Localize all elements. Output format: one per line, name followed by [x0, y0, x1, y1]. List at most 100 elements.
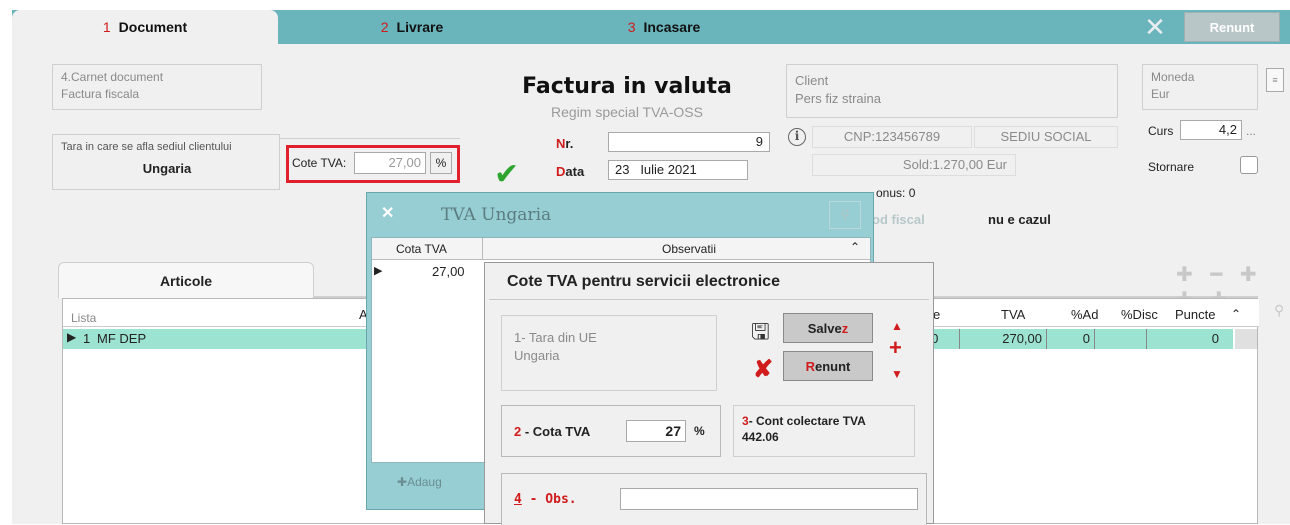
cnp-field: CNP:123456789 — [812, 126, 972, 148]
tab-livrare[interactable]: 2 Livrare — [352, 10, 472, 44]
close-icon[interactable]: ✕ — [381, 203, 394, 223]
tab-articole[interactable]: Articole — [58, 262, 314, 298]
moneda-label: Moneda — [1151, 70, 1195, 84]
cota-tva-label: 2 - Cota TVA — [514, 424, 591, 439]
tara-ue-value: Ungaria — [514, 348, 560, 363]
search-icon[interactable]: ⚲ — [829, 201, 861, 229]
row-pointer-icon: ▶ — [374, 265, 383, 277]
row-puncte: 0 — [1211, 331, 1219, 346]
obs-box: 4 - Obs. — [501, 473, 927, 525]
checkmark-icon[interactable]: ✔ — [494, 160, 519, 190]
cancel-button[interactable]: Renunt — [783, 351, 873, 381]
col-e: e — [933, 307, 941, 322]
tab-label: Incasare — [643, 19, 701, 35]
data-day: 23 — [615, 162, 630, 177]
table-row[interactable]: ▶ 27,00 — [372, 262, 482, 282]
tab-number: 1 — [102, 19, 111, 35]
row-name: MF DEP — [97, 331, 147, 346]
arrow-up-icon[interactable]: ▲ — [891, 319, 903, 333]
adaug-button[interactable]: ✚Adaug — [397, 475, 442, 489]
row-disc — [1095, 329, 1147, 349]
col-ad: %Ad — [1071, 307, 1099, 322]
close-icon[interactable]: ✕ — [1140, 14, 1170, 40]
stornare-label: Stornare — [1148, 160, 1195, 174]
adaug-label: Adaug — [407, 475, 442, 489]
cote-tva-label: Cote TVA: — [292, 156, 347, 170]
cancel-hotkey: R — [805, 358, 815, 374]
save-label: Salve — [807, 320, 842, 336]
client-box[interactable]: Client Pers fiz straina — [786, 64, 1118, 118]
cod-fiscal-label: od fiscal — [872, 212, 925, 227]
plus-icon: ✚ — [397, 475, 408, 489]
save-hotkey: z — [841, 320, 849, 336]
client-label: Client — [795, 73, 829, 88]
plus-icon[interactable]: + — [889, 337, 902, 359]
save-icon[interactable]: 🖫 — [751, 315, 770, 353]
row-ad: 0 — [1047, 329, 1095, 349]
cont-colectare-box[interactable]: 3- Cont colectare TVA 442.06 — [733, 405, 915, 457]
tab-document[interactable]: 1 Document — [12, 10, 278, 44]
page-subtitle: Regim special TVA-OSS — [551, 104, 703, 120]
tab-label: Document — [118, 19, 188, 35]
carnet-type: Factura fiscala — [61, 87, 140, 101]
client-name: Pers fiz straina — [795, 91, 881, 106]
obs-label: 4 - Obs. — [514, 492, 577, 507]
renunt-button[interactable]: Renunt — [1184, 12, 1280, 42]
scroll-up-icon[interactable]: ⌃ — [1231, 307, 1241, 321]
bonus-label: onus: 0 — [876, 186, 916, 200]
tara-value: Ungaria — [142, 161, 192, 176]
cod-fiscal-value: nu e cazul — [988, 212, 1051, 227]
search-icon[interactable]: ⚲ — [1274, 302, 1284, 319]
col-lista: Lista — [71, 311, 97, 325]
dialog-title: TVA Ungaria — [441, 205, 552, 225]
cancel-label: enunt — [815, 358, 851, 374]
col-observatii: Observatii — [662, 242, 717, 256]
col-tva: TVA — [1001, 307, 1026, 322]
save-button[interactable]: Salve z — [783, 313, 873, 343]
scrollbar[interactable] — [1235, 329, 1257, 349]
info-icon[interactable]: i — [788, 128, 806, 146]
col-cota-tva: Cota TVA — [396, 242, 447, 256]
obs-field[interactable] — [620, 488, 918, 510]
page-title: Factura in valuta — [522, 74, 732, 99]
tara-ue-box: 1- Tara din UE Ungaria — [501, 315, 717, 391]
dialog-title: Cote TVA pentru servicii electronice — [507, 273, 780, 290]
sediu-social-field[interactable]: SEDIU SOCIAL — [974, 126, 1118, 148]
col-puncte: Puncte — [1175, 307, 1216, 322]
tab-label: Livrare — [396, 19, 444, 35]
row-tva: 270,00 — [959, 329, 1047, 349]
nr-label: Nr. — [556, 136, 574, 151]
moneda-box[interactable]: Moneda Eur — [1142, 64, 1258, 110]
carnet-label: 4.Carnet document — [61, 70, 164, 84]
cota-tva-field[interactable]: 27 — [626, 420, 686, 442]
moneda-value: Eur — [1151, 87, 1170, 101]
carnet-document-box[interactable]: 4.Carnet document Factura fiscala — [52, 64, 262, 110]
data-field[interactable]: 23 Iulie 2021 — [608, 160, 748, 180]
tara-box[interactable]: Tara in care se afla sediul clientului U… — [52, 134, 280, 190]
tva-grid-header: Cota TVA Observatii ⌃ — [372, 238, 870, 260]
tab-bar: 1 Document 2 Livrare 3 Incasare ✕ Renunt — [12, 10, 1290, 44]
curs-field[interactable]: 4,2 — [1180, 120, 1242, 140]
tab-incasare[interactable]: 3 Incasare — [604, 10, 724, 44]
tab-number: 3 — [627, 19, 636, 35]
tara-label: Tara in care se afla sediul clientului — [61, 141, 232, 153]
sold-field: Sold:1.270,00 Eur — [812, 154, 1016, 176]
tara-ue-label: 1- Tara din UE — [514, 330, 597, 345]
curs-label: Curs — [1148, 124, 1174, 138]
percent-button[interactable]: % — [430, 152, 452, 174]
scroll-up-icon[interactable]: ⌃ — [850, 240, 860, 254]
document-icon[interactable]: ≡ — [1266, 68, 1284, 92]
stornare-checkbox[interactable] — [1240, 156, 1258, 174]
cancel-icon[interactable]: ✘ — [753, 355, 773, 384]
row-cota-value: 27,00 — [432, 264, 465, 279]
data-month: Iulie 2021 — [640, 162, 697, 177]
curs-ellipsis[interactable]: ... — [1246, 124, 1256, 138]
nr-field[interactable]: 9 — [608, 132, 770, 152]
tab-number: 2 — [380, 19, 389, 35]
arrow-down-icon[interactable]: ▼ — [891, 367, 903, 381]
cote-tva-field[interactable]: 27,00 — [354, 152, 426, 174]
cont-colectare-value: 442.06 — [742, 430, 779, 444]
cota-tva-box: 2 - Cota TVA 27 % — [501, 405, 721, 457]
cota-tva-unit: % — [694, 424, 705, 438]
row-number: 1 — [83, 331, 91, 346]
